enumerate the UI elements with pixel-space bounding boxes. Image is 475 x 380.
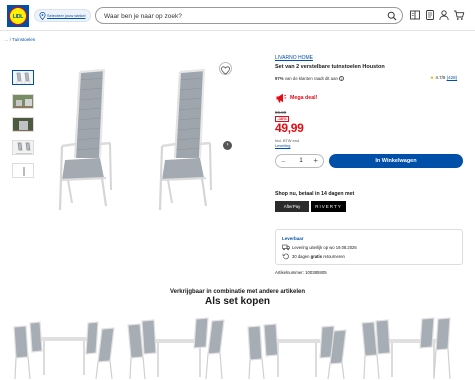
next-image-button[interactable]: › (223, 141, 232, 150)
vat-note: Incl. BTW excl. (275, 139, 301, 143)
payment-title: Shop nu, betaal in 14 dagen met (275, 191, 355, 197)
article-number: Artikelnummer: 100385905 (275, 270, 327, 275)
thumbnail-1[interactable] (12, 70, 34, 85)
set-product-image-1[interactable] (10, 317, 116, 380)
current-price: 49,99 (275, 121, 304, 135)
set-section-title: Als set kopen (204, 296, 271, 307)
chevron-right-icon: › (226, 142, 229, 148)
product-title: Set van 2 verstelbare tuinstoelen Housto… (275, 64, 385, 70)
set-product-image-3[interactable] (242, 317, 348, 380)
thumbnail-5[interactable] (12, 163, 34, 178)
delivery-truck-icon (282, 244, 290, 251)
search-icon[interactable] (387, 11, 397, 21)
set-product-image-2[interactable] (126, 317, 232, 380)
product-main-image[interactable] (40, 60, 234, 215)
rating-value: 4.7/5 (435, 75, 446, 80)
search-bar[interactable] (95, 7, 403, 24)
plus-icon[interactable]: + (313, 156, 318, 165)
review-count-link[interactable]: (428) (447, 75, 458, 80)
return-icon (282, 253, 289, 260)
location-pin-icon (39, 12, 46, 20)
store-selector-button[interactable]: Selecteer jouw winkel (34, 9, 91, 22)
quantity-stepper[interactable]: − 1 + (275, 154, 324, 168)
set-product-image-4[interactable] (358, 317, 464, 380)
mega-deal-badge: Mega deal! (275, 92, 335, 104)
logo-text: LIDL (12, 14, 24, 20)
old-price: 59.99 (275, 110, 287, 115)
info-icon[interactable]: i (339, 76, 345, 81)
store-selector-label: Selecteer jouw winkel (47, 13, 86, 18)
search-input[interactable] (104, 11, 384, 21)
delivery-date: Levering uiterlijk op wo 19.08.2026 (292, 245, 357, 250)
thumbnail-2[interactable] (12, 94, 34, 109)
top-header: LIDL Selecteer jouw winkel (0, 0, 475, 31)
lidl-logo[interactable]: LIDL (7, 5, 29, 27)
shipping-cost-link[interactable]: Leverling (275, 144, 290, 148)
heart-icon (221, 66, 230, 75)
availability-status: Leverbaar (282, 236, 304, 241)
shopping-cart-icon[interactable] (453, 9, 465, 21)
breadcrumb: … / Tuinstoelen (4, 37, 35, 42)
breadcrumb-separator: … / (4, 37, 13, 42)
recommend-percentage: 97% (275, 76, 284, 81)
set-section-subtitle: Verkrijgbaar in combinatie met andere ar… (169, 289, 306, 295)
shopping-list-icon[interactable] (424, 9, 436, 21)
quantity-value[interactable]: 1 (296, 158, 306, 164)
brochure-icon[interactable] (409, 9, 421, 21)
mega-deal-label: Mega deal! (290, 95, 318, 101)
minus-icon[interactable]: − (281, 157, 286, 166)
megaphone-icon (276, 93, 287, 103)
return-policy: 30 dagen gratis retourneren (292, 254, 345, 259)
recommendation-text: 97% van de klanten raadt dit aan i (275, 76, 345, 81)
brand-link[interactable]: LIVARNO HOME (275, 55, 313, 61)
riverty-logo: RIVERTY (311, 201, 346, 212)
recommend-label: van de klanten raadt dit aan (284, 76, 338, 81)
rating[interactable]: ★ 4.7/5 (428) (430, 75, 457, 81)
thumbnail-4[interactable] (12, 140, 34, 155)
thumbnail-3[interactable] (12, 117, 34, 132)
add-to-cart-button[interactable]: In Winkelwagen (329, 154, 463, 168)
breadcrumb-link-tuinstoelen[interactable]: Tuinstoelen (12, 37, 35, 42)
favorite-button[interactable] (219, 62, 232, 75)
star-icon: ★ (430, 75, 435, 80)
delivery-info-box: Leverbaar Levering uiterlijk op wo 19.08… (275, 229, 463, 265)
user-account-icon[interactable] (438, 9, 450, 21)
afterpay-logo: AfterPay (275, 201, 309, 212)
